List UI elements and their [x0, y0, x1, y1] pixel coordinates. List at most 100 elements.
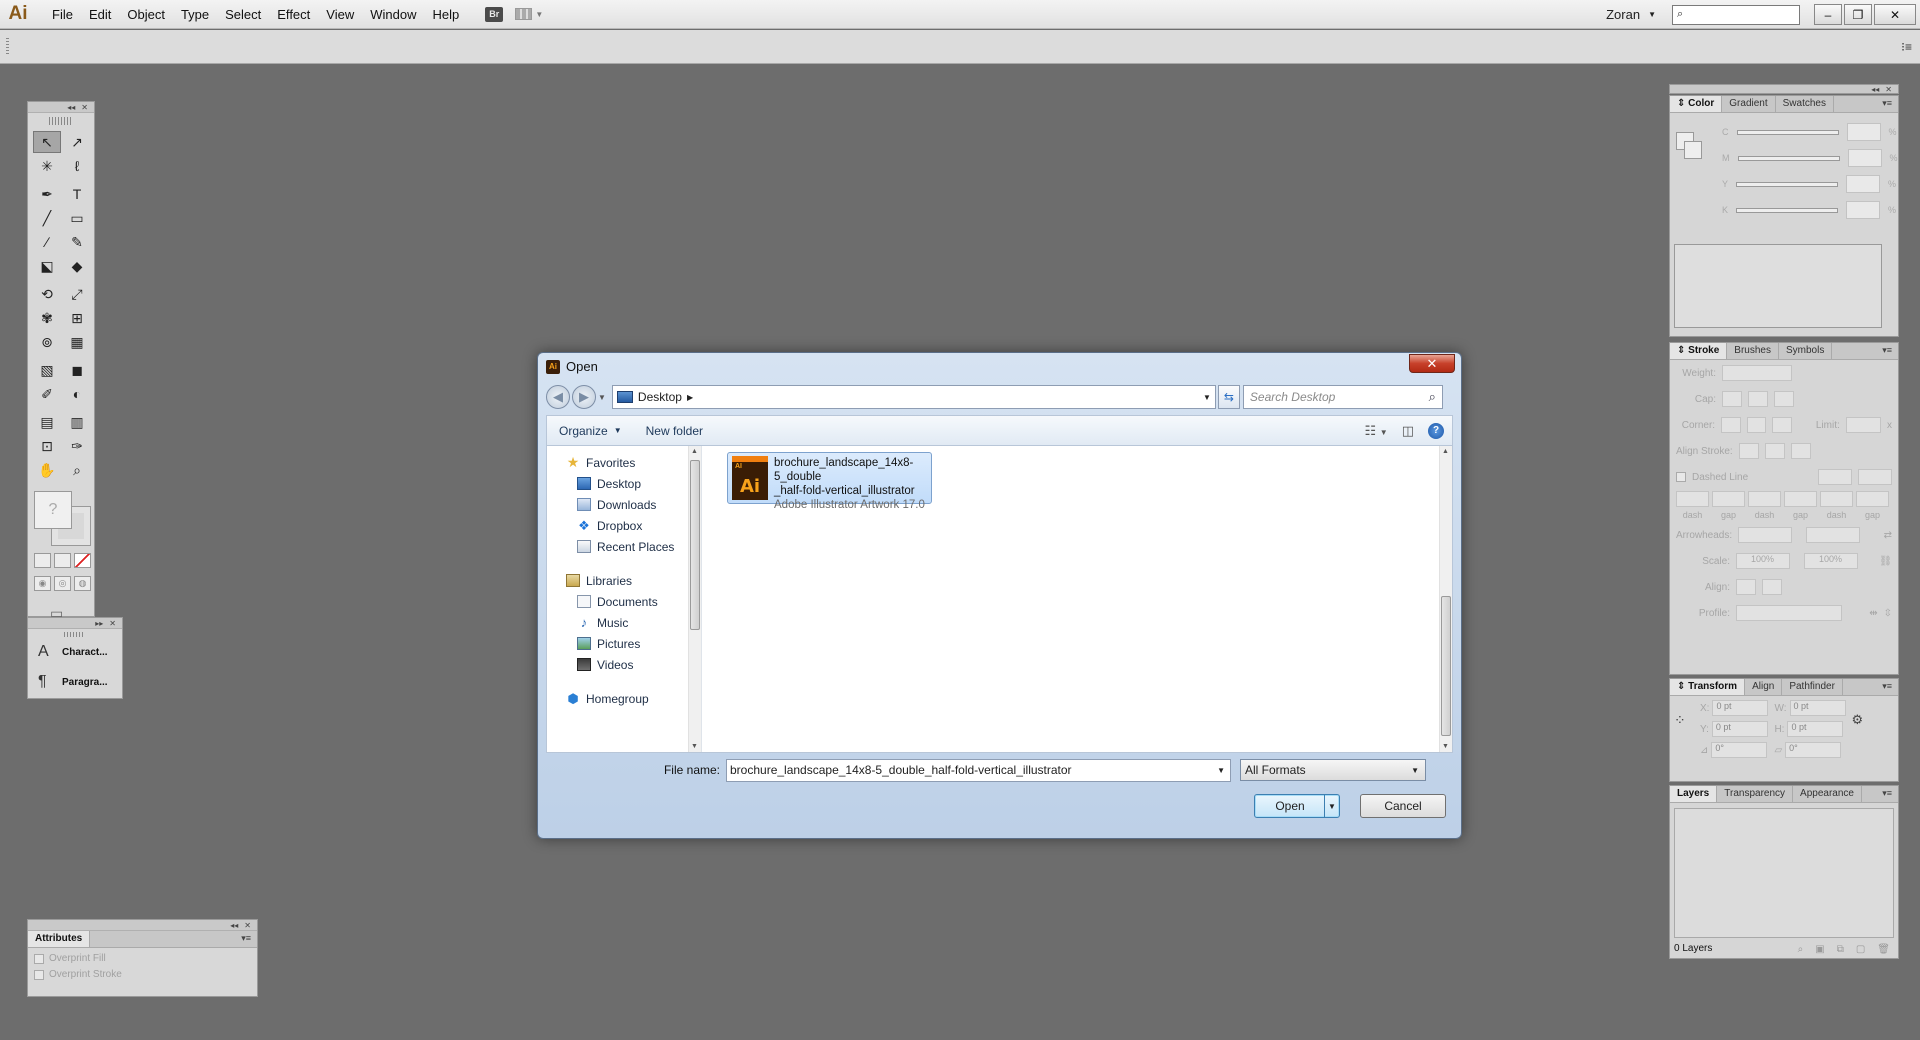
w-input[interactable]: 0 pt	[1789, 700, 1846, 716]
scroll-up-icon[interactable]: ▲	[691, 448, 698, 455]
dash-3-input[interactable]	[1820, 491, 1853, 507]
menu-object[interactable]: Object	[119, 0, 173, 29]
direct-selection-tool-icon[interactable]: ↗	[63, 131, 91, 153]
slice-tool-icon[interactable]: ✑	[63, 435, 91, 457]
flip-vertical-icon[interactable]: ⇳	[1884, 608, 1892, 619]
panel-header[interactable]: ◂◂ ✕	[28, 102, 94, 113]
flip-horizontal-icon[interactable]: ⇹	[1869, 608, 1877, 619]
slider-k[interactable]	[1736, 207, 1839, 213]
nav-documents[interactable]: Documents	[547, 591, 701, 612]
panel-menu-icon[interactable]: ▾≡	[241, 933, 251, 944]
draw-normal-icon[interactable]: ◉	[34, 576, 51, 591]
dialog-close-button[interactable]: ✕	[1409, 354, 1455, 373]
profile-select[interactable]	[1736, 605, 1842, 621]
organize-button[interactable]: Organize ▼	[547, 424, 634, 438]
workspace-switcher[interactable]: Zoran ▼	[1606, 7, 1672, 22]
open-button[interactable]: Open ▼	[1254, 794, 1340, 818]
gap-3-input[interactable]	[1856, 491, 1889, 507]
column-graph-tool-icon[interactable]: ▥	[63, 411, 91, 433]
pencil-tool-icon[interactable]: ✎	[63, 231, 91, 253]
close-icon[interactable]: ✕	[109, 619, 116, 628]
panel-menu-icon[interactable]: ▾≡	[1882, 681, 1892, 692]
mini-stroke-swatch[interactable]	[1684, 141, 1702, 159]
end-scale-input[interactable]: 100%	[1804, 553, 1858, 569]
nav-recent-places[interactable]: Recent Places	[547, 536, 701, 557]
shear-input[interactable]: 0°	[1785, 742, 1842, 758]
color-fill-stroke[interactable]	[1676, 132, 1702, 160]
gradient-icon[interactable]	[54, 553, 71, 568]
close-icon[interactable]: ✕	[81, 103, 88, 112]
gradient-tool-icon[interactable]: ◼	[63, 359, 91, 381]
search-desktop-input[interactable]: Search Desktop ⌕	[1242, 385, 1443, 409]
slider-c[interactable]	[1736, 129, 1839, 135]
value-y-input[interactable]	[1846, 175, 1881, 193]
nav-homegroup[interactable]: ⬢ Homegroup	[547, 688, 701, 709]
scroll-down-icon[interactable]: ▼	[1442, 743, 1449, 750]
scroll-down-icon[interactable]: ▼	[691, 743, 698, 750]
menu-type[interactable]: Type	[173, 0, 217, 29]
close-icon[interactable]: ✕	[244, 921, 251, 930]
menu-edit[interactable]: Edit	[81, 0, 119, 29]
panel-header[interactable]: ▸▸ ✕	[28, 618, 122, 629]
help-icon[interactable]: ?	[1428, 422, 1444, 439]
new-sublayer-icon[interactable]: ⧉	[1837, 944, 1844, 955]
address-bar[interactable]: Desktop ▶ ▼	[611, 385, 1216, 409]
end-arrowhead-select[interactable]	[1806, 527, 1861, 543]
panel-menu-icon[interactable]: ▾≡	[1882, 98, 1892, 109]
projecting-cap-button[interactable]	[1774, 391, 1794, 407]
dash-adjust-button[interactable]	[1858, 469, 1892, 485]
align-center-button[interactable]	[1738, 443, 1759, 459]
tab-gradient[interactable]: Gradient	[1722, 96, 1776, 112]
lasso-tool-icon[interactable]: ℓ	[63, 155, 91, 177]
files-scroll-thumb[interactable]	[1441, 596, 1451, 736]
slider-y[interactable]	[1736, 181, 1839, 187]
menu-help[interactable]: Help	[424, 0, 467, 29]
expand-icon[interactable]: ▸▸	[95, 619, 103, 628]
paragraph-panel-button[interactable]: ¶ Paragra...	[28, 667, 122, 697]
locate-object-icon[interactable]: ⌕	[1798, 944, 1804, 955]
nav-pictures[interactable]: Pictures	[547, 633, 701, 654]
tab-stroke[interactable]: ⇕ Stroke	[1670, 343, 1728, 359]
tab-pathfinder[interactable]: Pathfinder	[1782, 679, 1843, 695]
back-button[interactable]: ◀	[546, 385, 570, 409]
round-join-button[interactable]	[1746, 417, 1767, 433]
zoom-tool-icon[interactable]: ⌕	[63, 459, 91, 481]
overprint-fill-row[interactable]: Overprint Fill	[28, 948, 257, 964]
value-m-input[interactable]	[1847, 149, 1882, 167]
cancel-button[interactable]: Cancel	[1360, 794, 1446, 818]
trash-icon[interactable]: 🗑	[1877, 944, 1890, 955]
butt-cap-button[interactable]	[1722, 391, 1742, 407]
menu-window[interactable]: Window	[362, 0, 424, 29]
new-layer-icon[interactable]: ▢	[1856, 944, 1865, 955]
file-name-input[interactable]: brochure_landscape_14x8-5_double_half-fo…	[726, 758, 1231, 782]
type-tool-icon[interactable]: T	[63, 183, 91, 205]
y-input[interactable]: 0 pt	[1711, 721, 1768, 737]
artboard-tool-icon[interactable]: ⊡	[33, 435, 61, 457]
color-spectrum[interactable]	[1674, 244, 1882, 328]
slider-m[interactable]	[1737, 155, 1840, 161]
place-arrow-button[interactable]	[1762, 579, 1782, 595]
round-cap-button[interactable]	[1748, 391, 1768, 407]
gap-2-input[interactable]	[1784, 491, 1817, 507]
grip-handle[interactable]	[49, 117, 73, 125]
line-tool-icon[interactable]: ╱	[33, 207, 61, 229]
scroll-up-icon[interactable]: ▲	[1442, 448, 1449, 455]
start-arrowhead-select[interactable]	[1738, 527, 1793, 543]
tab-color[interactable]: ⇕ Color	[1670, 96, 1723, 112]
none-icon[interactable]	[74, 553, 91, 568]
nav-dropbox[interactable]: ❖ Dropbox	[547, 515, 701, 536]
dash-1-input[interactable]	[1676, 491, 1709, 507]
collapse-icon[interactable]: ◂◂	[230, 921, 238, 930]
bridge-button[interactable]: Br	[485, 6, 504, 22]
menu-view[interactable]: View	[318, 0, 362, 29]
collapse-icon[interactable]: ◂◂	[67, 103, 75, 112]
refresh-button[interactable]: ⇆	[1217, 385, 1240, 409]
shape-builder-tool-icon[interactable]: ⊚	[33, 331, 61, 353]
panel-header[interactable]: ◂◂ ✕	[28, 920, 257, 931]
swap-arrowheads-icon[interactable]: ⇄	[1884, 530, 1892, 541]
bevel-join-button[interactable]	[1772, 417, 1792, 433]
close-button[interactable]: ✕	[1874, 4, 1916, 25]
clipping-mask-icon[interactable]: ▣	[1815, 944, 1824, 955]
tab-appearance[interactable]: Appearance	[1793, 786, 1862, 802]
overprint-fill-checkbox[interactable]	[34, 953, 44, 964]
